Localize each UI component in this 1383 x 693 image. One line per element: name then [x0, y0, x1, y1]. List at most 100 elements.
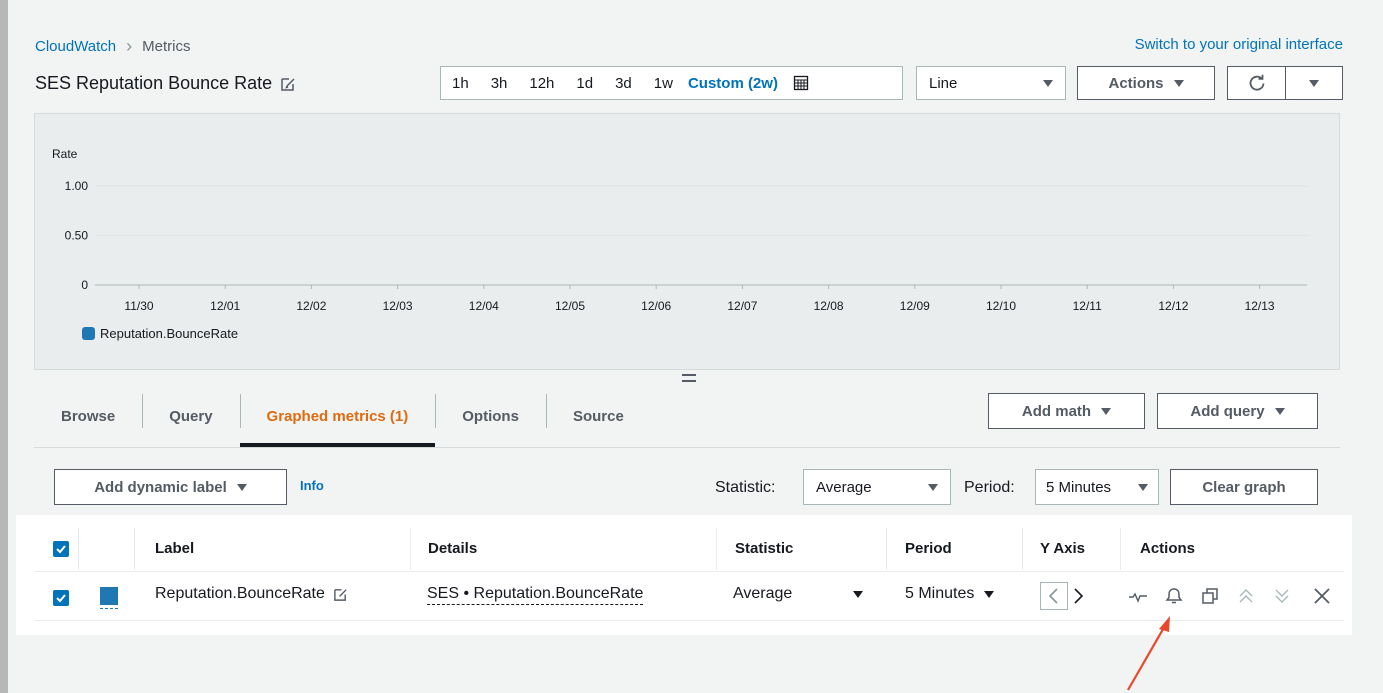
move-down-icon[interactable]: [1272, 586, 1292, 606]
edit-icon[interactable]: [333, 587, 348, 602]
add-math-label: Add math: [1021, 402, 1092, 420]
breadcrumb: CloudWatch › Metrics: [35, 36, 191, 57]
tab-browse[interactable]: Browse: [34, 385, 142, 447]
caret-down-icon: [928, 483, 938, 491]
caret-down-icon: [1173, 79, 1184, 87]
time-range-1w[interactable]: 1w: [643, 75, 684, 92]
y-tick-label: 0.50: [65, 229, 89, 243]
time-range-3d[interactable]: 3d: [604, 75, 643, 92]
x-tick-label: 12/02: [296, 299, 326, 313]
x-tick-label: 12/09: [900, 299, 930, 313]
clear-graph-button[interactable]: Clear graph: [1170, 469, 1318, 505]
table-divider: [34, 571, 1344, 572]
period-label: Period:: [964, 479, 1015, 496]
chevron-left-icon: [1048, 588, 1058, 604]
caret-down-icon: [1138, 483, 1148, 491]
bell-icon[interactable]: [1164, 586, 1184, 606]
caret-down-icon: [984, 590, 995, 598]
x-tick-label: 12/08: [814, 299, 844, 313]
refresh-button[interactable]: [1227, 66, 1286, 100]
x-tick-label: 11/30: [124, 299, 153, 313]
period-select[interactable]: 5 Minutes: [1035, 469, 1159, 505]
duplicate-icon[interactable]: [1200, 586, 1220, 606]
chart-legend[interactable]: Reputation.BounceRate: [82, 326, 238, 341]
move-up-icon[interactable]: [1236, 586, 1256, 606]
column-divider: [1120, 528, 1121, 570]
time-range-1h[interactable]: 1h: [441, 75, 480, 92]
x-tick-label: 12/06: [641, 299, 671, 313]
tab-source[interactable]: Source: [545, 385, 651, 447]
column-header-label[interactable]: Label: [155, 540, 194, 557]
time-range-12h[interactable]: 12h: [518, 75, 565, 92]
select-all-checkbox[interactable]: [53, 541, 69, 557]
row-checkbox[interactable]: [53, 590, 69, 606]
pulse-icon[interactable]: [1128, 586, 1148, 606]
graph-type-value: Line: [929, 74, 958, 92]
edit-icon[interactable]: [280, 76, 296, 92]
row-details-cell: SES • Reputation.BounceRate: [427, 585, 644, 605]
row-period-value: 5 Minutes: [905, 585, 975, 602]
x-tick-label: 12/03: [383, 299, 413, 313]
caret-down-icon: [1274, 407, 1285, 415]
time-range-custom[interactable]: Custom (2w): [684, 75, 789, 92]
legend-swatch: [82, 327, 95, 340]
tab-query[interactable]: Query: [142, 385, 239, 447]
add-math-button[interactable]: Add math: [988, 393, 1145, 429]
refresh-icon: [1249, 74, 1264, 91]
y-axis-right-button[interactable]: [1070, 583, 1088, 614]
time-range-1d[interactable]: 1d: [565, 75, 604, 92]
chevron-right-icon: [1074, 588, 1084, 604]
row-statistic-select[interactable]: Average: [733, 585, 863, 603]
add-dynamic-label-button[interactable]: Add dynamic label: [54, 469, 287, 505]
time-range-selector: 1h 3h 12h 1d 3d 1w Custom (2w): [440, 66, 903, 100]
column-divider: [78, 528, 79, 570]
column-header-yaxis[interactable]: Y Axis: [1040, 540, 1085, 557]
x-tick-label: 12/11: [1073, 299, 1102, 313]
row-details[interactable]: SES • Reputation.BounceRate: [427, 585, 644, 605]
page-title-row: SES Reputation Bounce Rate: [35, 73, 296, 94]
y-axis-label: Rate: [52, 147, 78, 161]
breadcrumb-metrics: Metrics: [142, 38, 191, 55]
close-icon[interactable]: [1312, 586, 1332, 606]
legend-label: Reputation.BounceRate: [100, 326, 239, 341]
tab-graphed-metrics[interactable]: Graphed metrics (1): [239, 385, 436, 447]
y-tick-label: 1.00: [65, 179, 89, 193]
tab-options[interactable]: Options: [435, 385, 546, 447]
column-header-period[interactable]: Period: [905, 540, 952, 557]
page-title: SES Reputation Bounce Rate: [35, 73, 273, 93]
x-tick-label: 12/07: [727, 299, 757, 313]
x-tick-label: 12/04: [469, 299, 499, 313]
x-tick-label: 12/01: [210, 299, 240, 313]
resize-handle[interactable]: [682, 374, 696, 382]
metrics-tabs: Browse Query Graphed metrics (1) Options…: [34, 385, 651, 447]
series-color-swatch[interactable]: [100, 587, 118, 605]
x-tick-label: 12/13: [1245, 299, 1275, 313]
statistic-select[interactable]: Average: [803, 469, 951, 505]
column-header-details[interactable]: Details: [428, 540, 477, 557]
y-axis-left-button[interactable]: [1040, 582, 1068, 610]
row-label[interactable]: Reputation.BounceRate: [155, 585, 325, 603]
row-statistic-value: Average: [733, 585, 793, 602]
add-dynamic-label-text: Add dynamic label: [94, 478, 227, 496]
x-tick-label: 12/10: [986, 299, 1016, 313]
info-link[interactable]: Info: [300, 478, 324, 493]
graph-type-select[interactable]: Line: [916, 66, 1066, 100]
period-value: 5 Minutes: [1046, 478, 1112, 496]
actions-button[interactable]: Actions: [1077, 66, 1215, 100]
calendar-icon[interactable]: [793, 75, 809, 91]
column-divider: [886, 528, 887, 570]
breadcrumb-cloudwatch[interactable]: CloudWatch: [35, 38, 116, 55]
caret-down-icon: [1309, 79, 1319, 87]
y-tick-label: 0: [81, 278, 88, 292]
add-query-button[interactable]: Add query: [1157, 393, 1318, 429]
column-header-statistic[interactable]: Statistic: [735, 540, 793, 557]
series-line-style: [100, 608, 118, 609]
time-range-3h[interactable]: 3h: [480, 75, 519, 92]
actions-label: Actions: [1108, 74, 1164, 92]
switch-interface-link[interactable]: Switch to your original interface: [1135, 36, 1343, 53]
row-period-select[interactable]: 5 Minutes: [905, 585, 995, 603]
refresh-options-button[interactable]: [1285, 66, 1343, 100]
add-query-label: Add query: [1190, 402, 1265, 420]
x-tick-label: 12/12: [1158, 299, 1188, 313]
x-tick-label: 12/05: [555, 299, 585, 313]
